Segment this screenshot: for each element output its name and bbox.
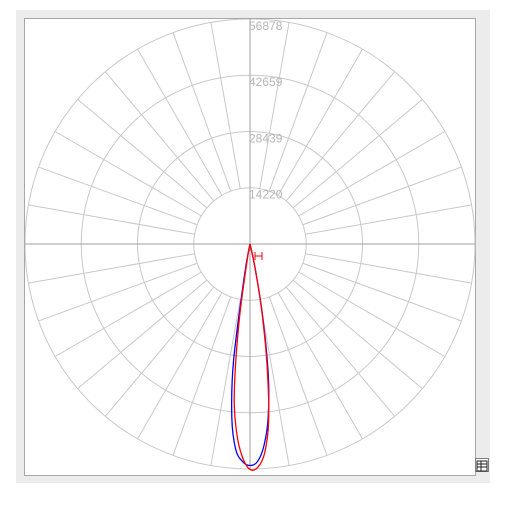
grid-spoke — [305, 204, 472, 235]
grid-spoke — [38, 262, 198, 322]
grid-spoke — [302, 262, 462, 322]
table-icon[interactable] — [475, 458, 489, 472]
grid-spoke — [298, 131, 446, 217]
grid-spoke — [137, 48, 223, 196]
grid-spoke — [298, 271, 446, 357]
radial-tick-label: 28439 — [249, 132, 283, 146]
grid-spoke — [28, 253, 195, 284]
radial-tick-label: 14220 — [249, 188, 283, 202]
grid-spoke — [268, 296, 328, 456]
grid-spoke — [305, 253, 472, 284]
grid-spoke — [259, 22, 290, 189]
grid-spoke — [54, 271, 202, 357]
grid-spoke — [172, 296, 232, 456]
grid-spoke — [277, 48, 363, 196]
plot-area: 14220 28439 42659 56878 — [24, 18, 476, 476]
series-2-curve — [233, 243, 270, 471]
grid-spoke — [137, 292, 223, 440]
grid-spoke — [302, 166, 462, 226]
grid-spoke — [172, 32, 232, 192]
grid-spoke — [28, 204, 195, 235]
radial-tick-label: 56878 — [249, 19, 283, 33]
grid-spoke — [38, 166, 198, 226]
grid-spoke — [268, 32, 328, 192]
chart-panel: 14220 28439 42659 56878 — [16, 10, 490, 483]
grid-spoke — [210, 22, 241, 189]
grid-spoke — [54, 131, 202, 217]
radial-tick-label: 42659 — [249, 75, 283, 89]
grid-spoke — [210, 299, 241, 466]
grid-spoke — [277, 292, 363, 440]
polar-chart: 14220 28439 42659 56878 — [25, 19, 476, 471]
